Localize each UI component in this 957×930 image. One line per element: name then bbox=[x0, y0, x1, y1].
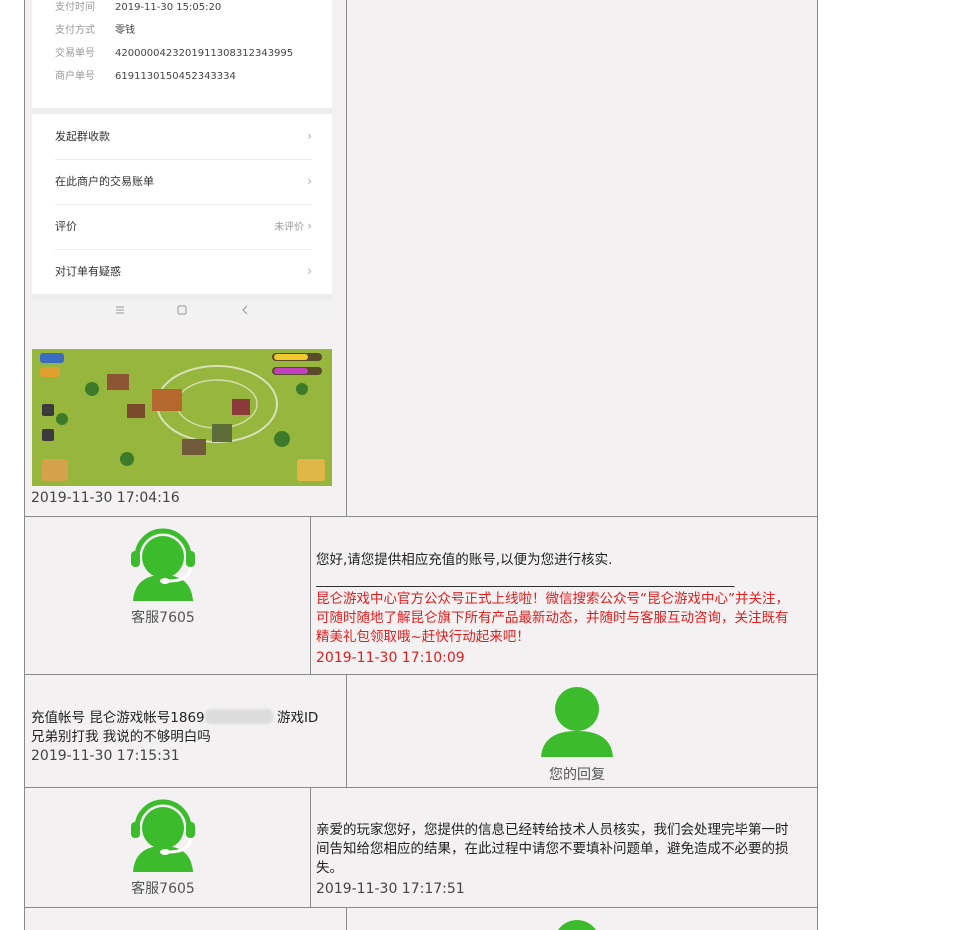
headset-agent-icon bbox=[131, 528, 195, 601]
column-divider bbox=[346, 0, 347, 516]
agent-name: 客服7605 bbox=[131, 881, 195, 897]
chevron-right-icon: › bbox=[307, 129, 312, 143]
user-avatar-icon bbox=[554, 920, 600, 930]
message-timestamp: 2019-11-30 17:04:16 bbox=[31, 490, 180, 506]
android-nav-bar bbox=[32, 300, 332, 320]
message-timestamp: 2019-11-30 17:17:51 bbox=[316, 881, 465, 897]
agent-name: 客服7605 bbox=[131, 610, 195, 626]
chevron-right-icon: 未评价 › bbox=[274, 219, 312, 233]
column-divider bbox=[310, 517, 311, 674]
receipt-row: 商户单号 6191130150452343334 bbox=[55, 71, 236, 82]
payment-screenshot: 支付时间 2019-11-30 15:05:20 支付方式 零钱 交易单号 42000… bbox=[32, 0, 332, 320]
chevron-right-icon: › bbox=[307, 264, 312, 278]
menu-item-order-question: 对订单有疑惑 › bbox=[55, 249, 312, 294]
promo-text: 昆仑游戏中心官方公众号正式上线啦！微信搜索公众号“昆仑游戏中心”并关注，可随时随… bbox=[316, 591, 789, 645]
menu-item-merchant-bills: 在此商户的交易账单 › bbox=[55, 159, 312, 205]
chevron-right-icon: › bbox=[307, 174, 312, 188]
message-text: 您好,请您提供相应充值的账号,以便为您进行核实. bbox=[316, 552, 613, 568]
user-avatar-icon bbox=[541, 687, 613, 757]
home-icon bbox=[177, 305, 187, 315]
redacted-blur bbox=[204, 709, 273, 724]
message-row-user bbox=[25, 908, 817, 930]
user-message: 充值帐号 昆仑游戏帐号1869 游戏ID 兄弟别打我 我说的不够明白吗 2019… bbox=[31, 709, 336, 764]
headset-agent-icon bbox=[131, 799, 195, 872]
receipt-row: 支付方式 零钱 bbox=[55, 25, 135, 36]
message-row-user: 充值帐号 昆仑游戏帐号1869 游戏ID 兄弟别打我 我说的不够明白吗 2019… bbox=[25, 675, 817, 788]
receipt-row: 支付时间 2019-11-30 15:05:20 bbox=[55, 2, 222, 13]
menu-item-group-collect: 发起群收款 › bbox=[55, 114, 312, 160]
agent-message: 亲爱的玩家您好，您提供的信息已经转给技术人员核实，我们会处理完毕第一时间告知给您… bbox=[316, 821, 801, 897]
message-text: 亲爱的玩家您好，您提供的信息已经转给技术人员核实，我们会处理完毕第一时间告知给您… bbox=[316, 822, 789, 876]
message-row-agent: 客服7605 亲爱的玩家您好，您提供的信息已经转给技术人员核实，我们会处理完毕第… bbox=[25, 788, 817, 908]
receipt-card: 支付时间 2019-11-30 15:05:20 支付方式 零钱 交易单号 42000… bbox=[32, 0, 332, 108]
receipt-menu: 发起群收款 › 在此商户的交易账单 › 评价 未评价 › 对订单有疑惑 › bbox=[32, 114, 332, 294]
message-row-user-screenshot: 支付时间 2019-11-30 15:05:20 支付方式 零钱 交易单号 42000… bbox=[25, 0, 817, 517]
message-divider: ________________________________________… bbox=[316, 572, 735, 588]
column-divider bbox=[346, 908, 347, 930]
user-name: 您的回复 bbox=[549, 767, 605, 783]
game-screenshot bbox=[32, 349, 332, 486]
menu-item-rate: 评价 未评价 › bbox=[55, 204, 312, 250]
back-icon bbox=[242, 305, 248, 315]
chat-transcript: 支付时间 2019-11-30 15:05:20 支付方式 零钱 交易单号 42000… bbox=[24, 0, 818, 930]
user-avatar: 您的回复 bbox=[539, 687, 615, 784]
message-row-agent: 客服7605 您好,请您提供相应充值的账号,以便为您进行核实. ________… bbox=[25, 517, 817, 675]
message-timestamp: 2019-11-30 17:10:09 bbox=[316, 650, 465, 666]
column-divider bbox=[346, 675, 347, 787]
agent-avatar: 客服7605 bbox=[125, 523, 201, 627]
agent-message: 您好,请您提供相应充值的账号,以便为您进行核实. _______________… bbox=[316, 551, 801, 666]
message-text: 充值帐号 昆仑游戏帐号1869 游戏ID 兄弟别打我 我说的不够明白吗 bbox=[31, 709, 319, 745]
menu-icon bbox=[116, 306, 124, 314]
receipt-row: 交易单号 4200000423201911308312343995 bbox=[55, 48, 294, 59]
message-timestamp: 2019-11-30 17:15:31 bbox=[31, 748, 180, 764]
column-divider bbox=[310, 788, 311, 907]
agent-avatar: 客服7605 bbox=[125, 794, 201, 898]
